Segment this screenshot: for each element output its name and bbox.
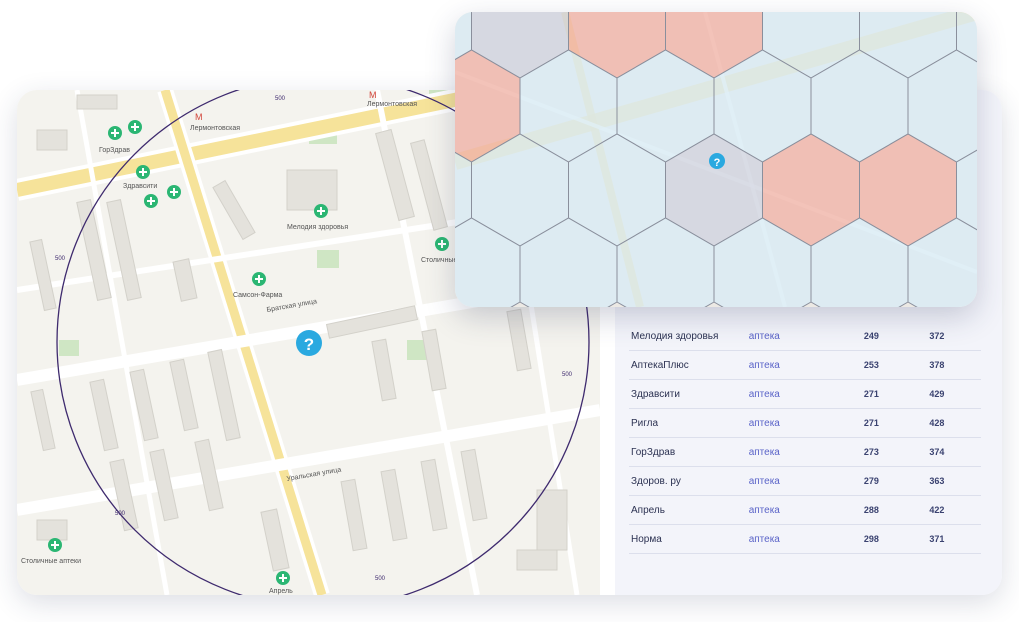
cell-v2: 422 [929,495,981,525]
cell-type: аптека [748,350,864,380]
cell-type: аптека [748,408,864,438]
table-row[interactable]: Норма аптека 298 371 [629,524,981,554]
table-row[interactable]: ГорЗдрав аптека 273 374 [629,437,981,467]
metro-station-1[interactable]: M Лермонтовская [190,112,240,132]
svg-text:Лермонтовская: Лермонтовская [190,125,240,132]
cell-v2: 428 [929,408,981,438]
cell-name: Норма [629,524,749,554]
pharmacy-marker-stolichnye[interactable]: Столичные [421,237,457,264]
cell-v2: 429 [929,379,981,409]
cell-v1: 273 [863,437,930,467]
cell-v1: 271 [863,408,930,438]
pharmacy-marker-aprel[interactable]: Апрель [269,571,293,595]
hex-target-marker[interactable]: ? [709,153,725,169]
hex-grid-card: ? [455,12,977,307]
cell-name: Здравсити [629,379,749,409]
cell-v2: 372 [929,322,981,351]
svg-text:ГорЗдрав: ГорЗдрав [99,147,130,154]
table-row[interactable]: Ригла аптека 271 428 [629,408,981,438]
cell-v1: 279 [863,466,930,496]
cell-name: АптекаПлюс [629,350,749,380]
metro-icon: M [369,90,377,100]
svg-text:?: ? [714,157,721,169]
svg-text:500: 500 [115,511,126,517]
cell-v1: 288 [863,495,930,525]
cell-v1: 298 [863,524,930,554]
svg-text:Апрель: Апрель [269,588,293,595]
pharmacy-marker-gorzdrav[interactable]: ГорЗдрав [99,120,142,154]
pharmacy-marker-samson[interactable]: Самсон-Фарма [233,272,282,299]
target-location-marker[interactable]: ? [296,330,322,356]
cell-type: аптека [748,524,864,554]
cell-v2: 363 [929,466,981,496]
table-row[interactable]: Здравсити аптека 271 429 [629,379,981,409]
cell-name: Мелодия здоровья [629,322,749,351]
table-row[interactable]: Апрель аптека 288 422 [629,495,981,525]
cell-v2: 374 [929,437,981,467]
svg-text:?: ? [304,335,314,354]
cell-v1: 271 [863,379,930,409]
street-label-uralskaya: Уральская улица [286,466,342,483]
cell-type: аптека [748,495,864,525]
pharmacy-table: Мелодия здоровья аптека 249 372 АптекаПлюс ап… [629,322,981,554]
svg-text:500: 500 [562,372,573,378]
cell-name: Ригла [629,408,749,438]
cell-type: аптека [748,466,864,496]
hex-grid-map[interactable]: ? [455,12,977,307]
svg-text:Лермонтовская: Лермонтовская [367,101,417,108]
metro-icon: M [195,112,203,122]
svg-text:500: 500 [375,576,386,582]
pharmacy-marker-stolichnye-apteki[interactable]: Столичные аптеки [21,538,81,565]
svg-text:Столичные аптеки: Столичные аптеки [21,558,81,565]
cell-v1: 253 [863,350,930,380]
street-label-bratskaya: Братская улица [266,298,317,314]
svg-text:500: 500 [55,256,66,262]
cell-v1: 249 [863,322,930,351]
cell-name: Здоров. ру [629,466,749,496]
table-row[interactable]: Здоров. ру аптека 279 363 [629,466,981,496]
svg-text:500: 500 [275,96,286,102]
svg-text:Столичные: Столичные [421,257,457,264]
cell-v2: 378 [929,350,981,380]
svg-text:Здравсити: Здравсити [123,183,157,190]
table-row[interactable]: Мелодия здоровья аптека 249 372 [629,322,981,351]
cell-v2: 371 [929,524,981,554]
cell-type: аптека [748,322,864,351]
cell-name: Апрель [629,495,749,525]
cell-type: аптека [748,437,864,467]
cell-type: аптека [748,379,864,409]
svg-text:Мелодия здоровья: Мелодия здоровья [287,224,348,231]
cell-name: ГорЗдрав [629,437,749,467]
table-row[interactable]: АптекаПлюс аптека 253 378 [629,350,981,380]
svg-text:Самсон-Фарма: Самсон-Фарма [233,292,282,299]
